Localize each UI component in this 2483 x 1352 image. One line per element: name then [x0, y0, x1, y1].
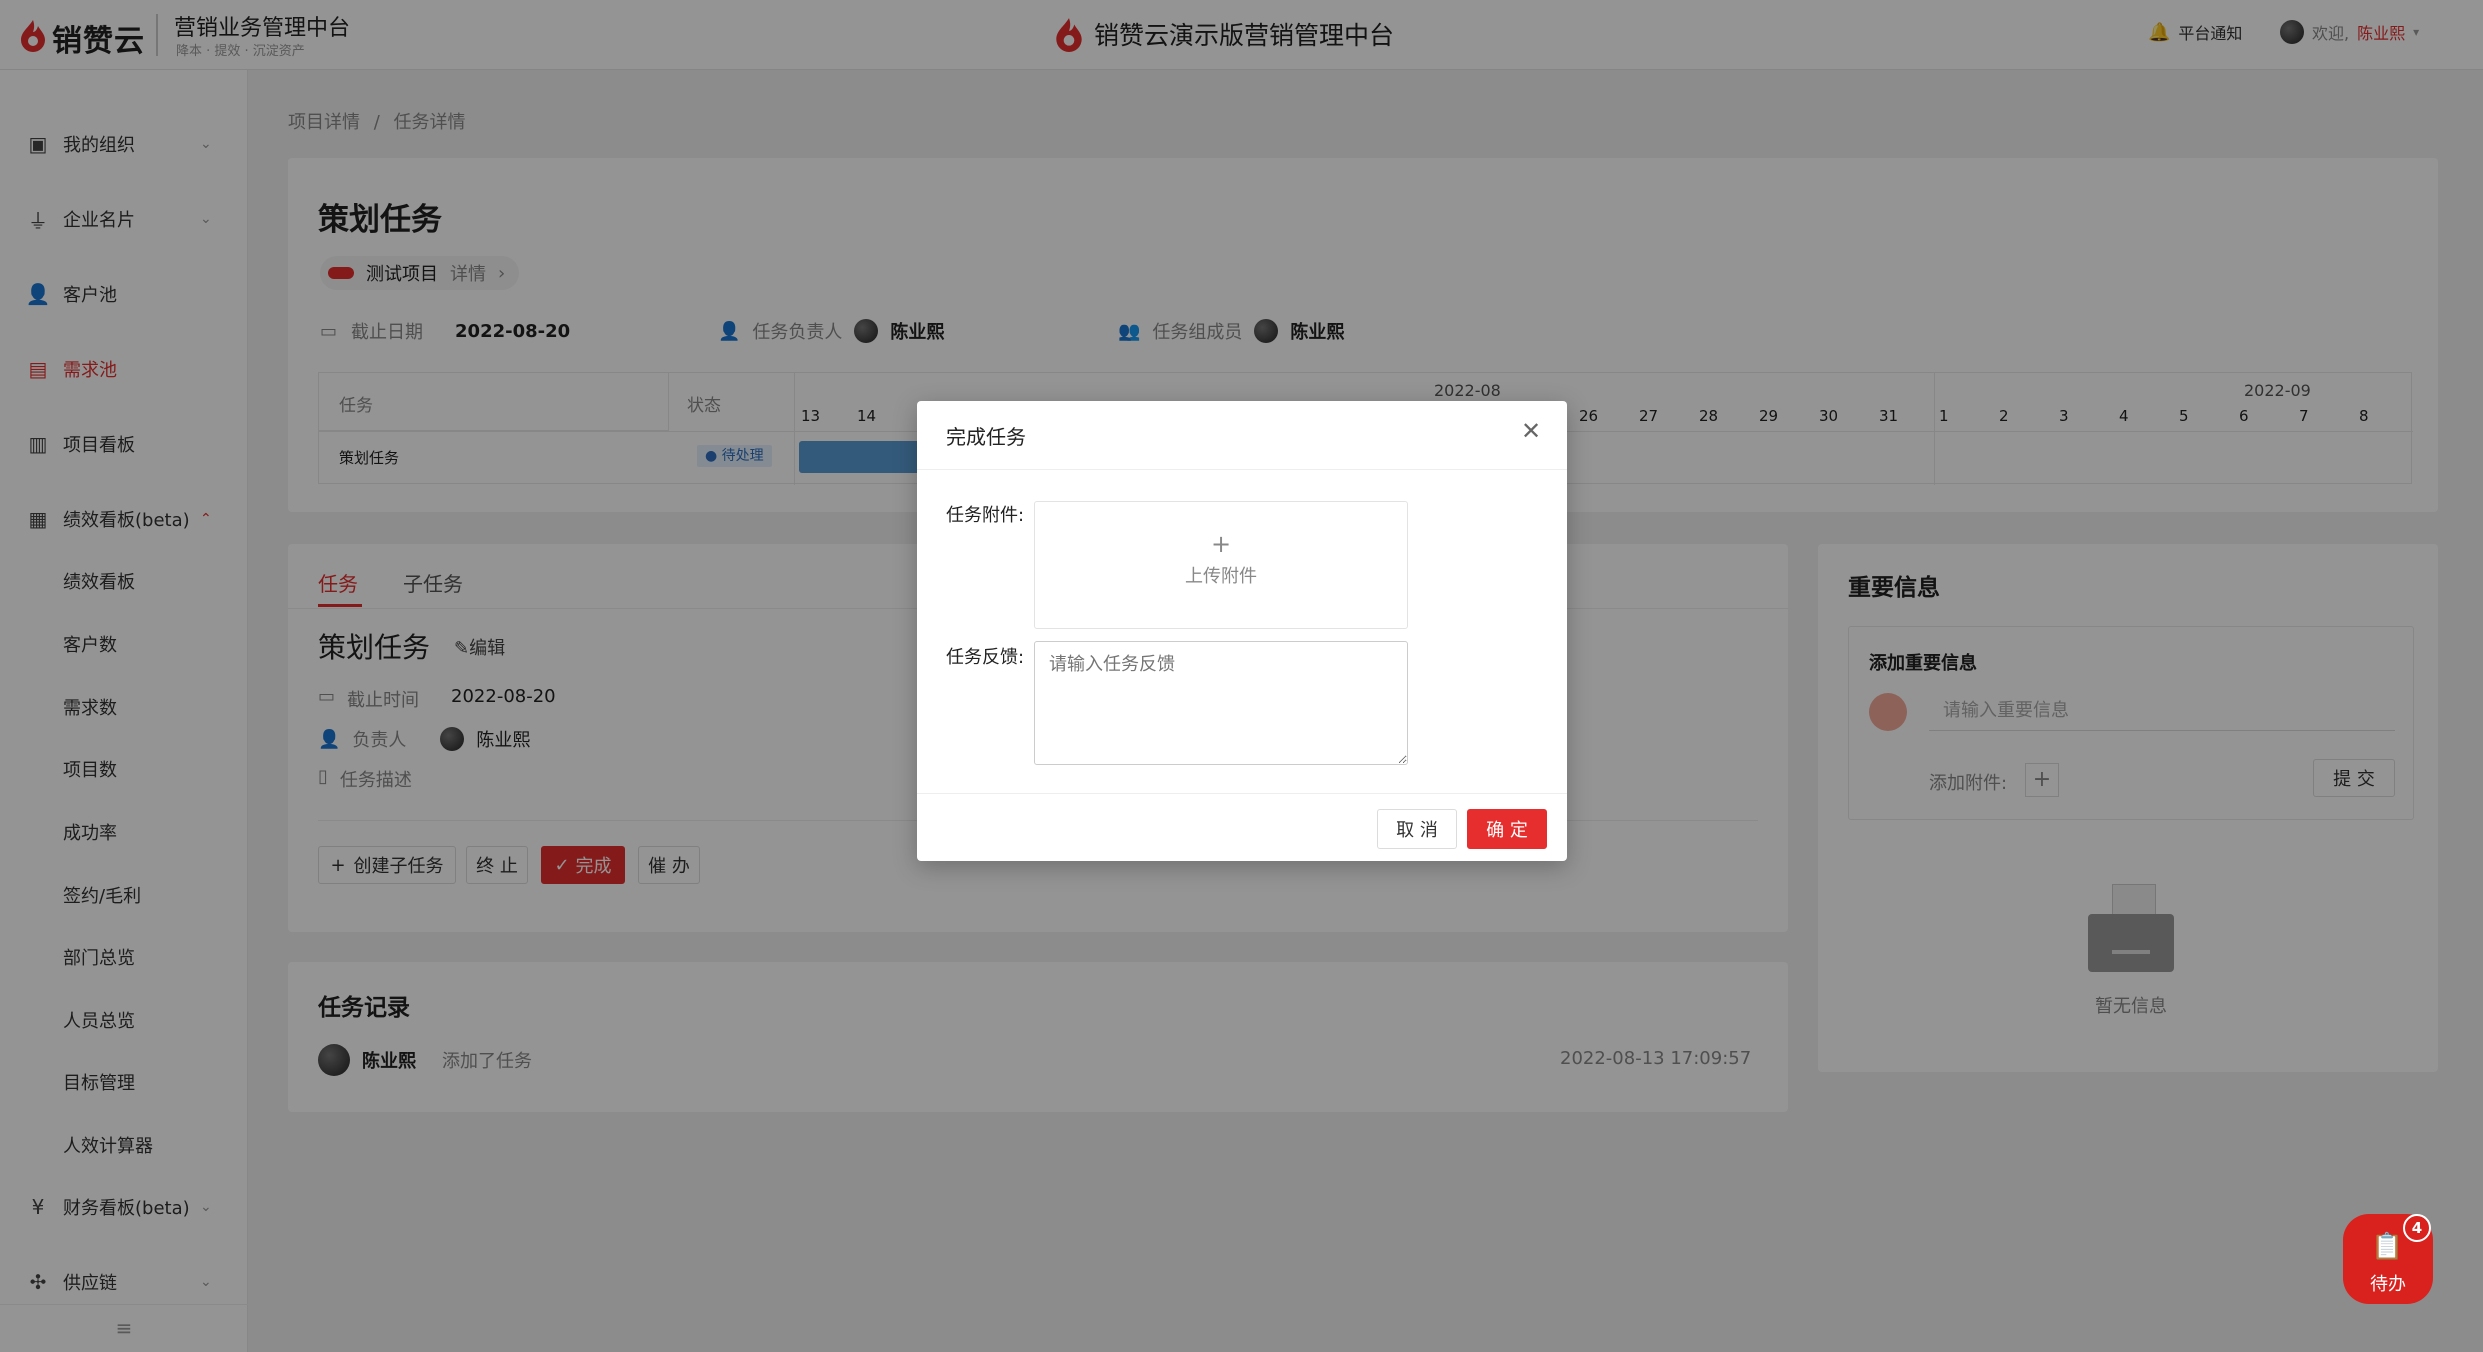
cancel-button[interactable]: 取 消 — [1377, 809, 1457, 849]
modal-header-divider — [917, 469, 1567, 470]
complete-task-modal: 完成任务 ✕ 任务附件: + 上传附件 任务反馈: 取 消 确 定 — [917, 401, 1567, 861]
todo-label: 待办 — [2370, 1274, 2406, 1295]
todo-icon: 📋 — [2371, 1232, 2404, 1262]
feedback-field-label: 任务反馈: — [946, 647, 1025, 668]
todo-fab[interactable]: 📋 待办 4 — [2343, 1214, 2433, 1304]
close-icon[interactable]: ✕ — [1521, 417, 1541, 445]
todo-badge: 4 — [2403, 1214, 2431, 1242]
upload-label: 上传附件 — [1185, 566, 1257, 587]
plus-icon: + — [1210, 530, 1232, 558]
modal-title: 完成任务 — [946, 425, 1026, 449]
upload-area[interactable]: + 上传附件 — [1034, 501, 1408, 629]
confirm-button[interactable]: 确 定 — [1467, 809, 1547, 849]
attach-field-label: 任务附件: — [946, 505, 1025, 526]
modal-footer-divider — [917, 793, 1567, 794]
feedback-textarea[interactable] — [1034, 641, 1408, 765]
